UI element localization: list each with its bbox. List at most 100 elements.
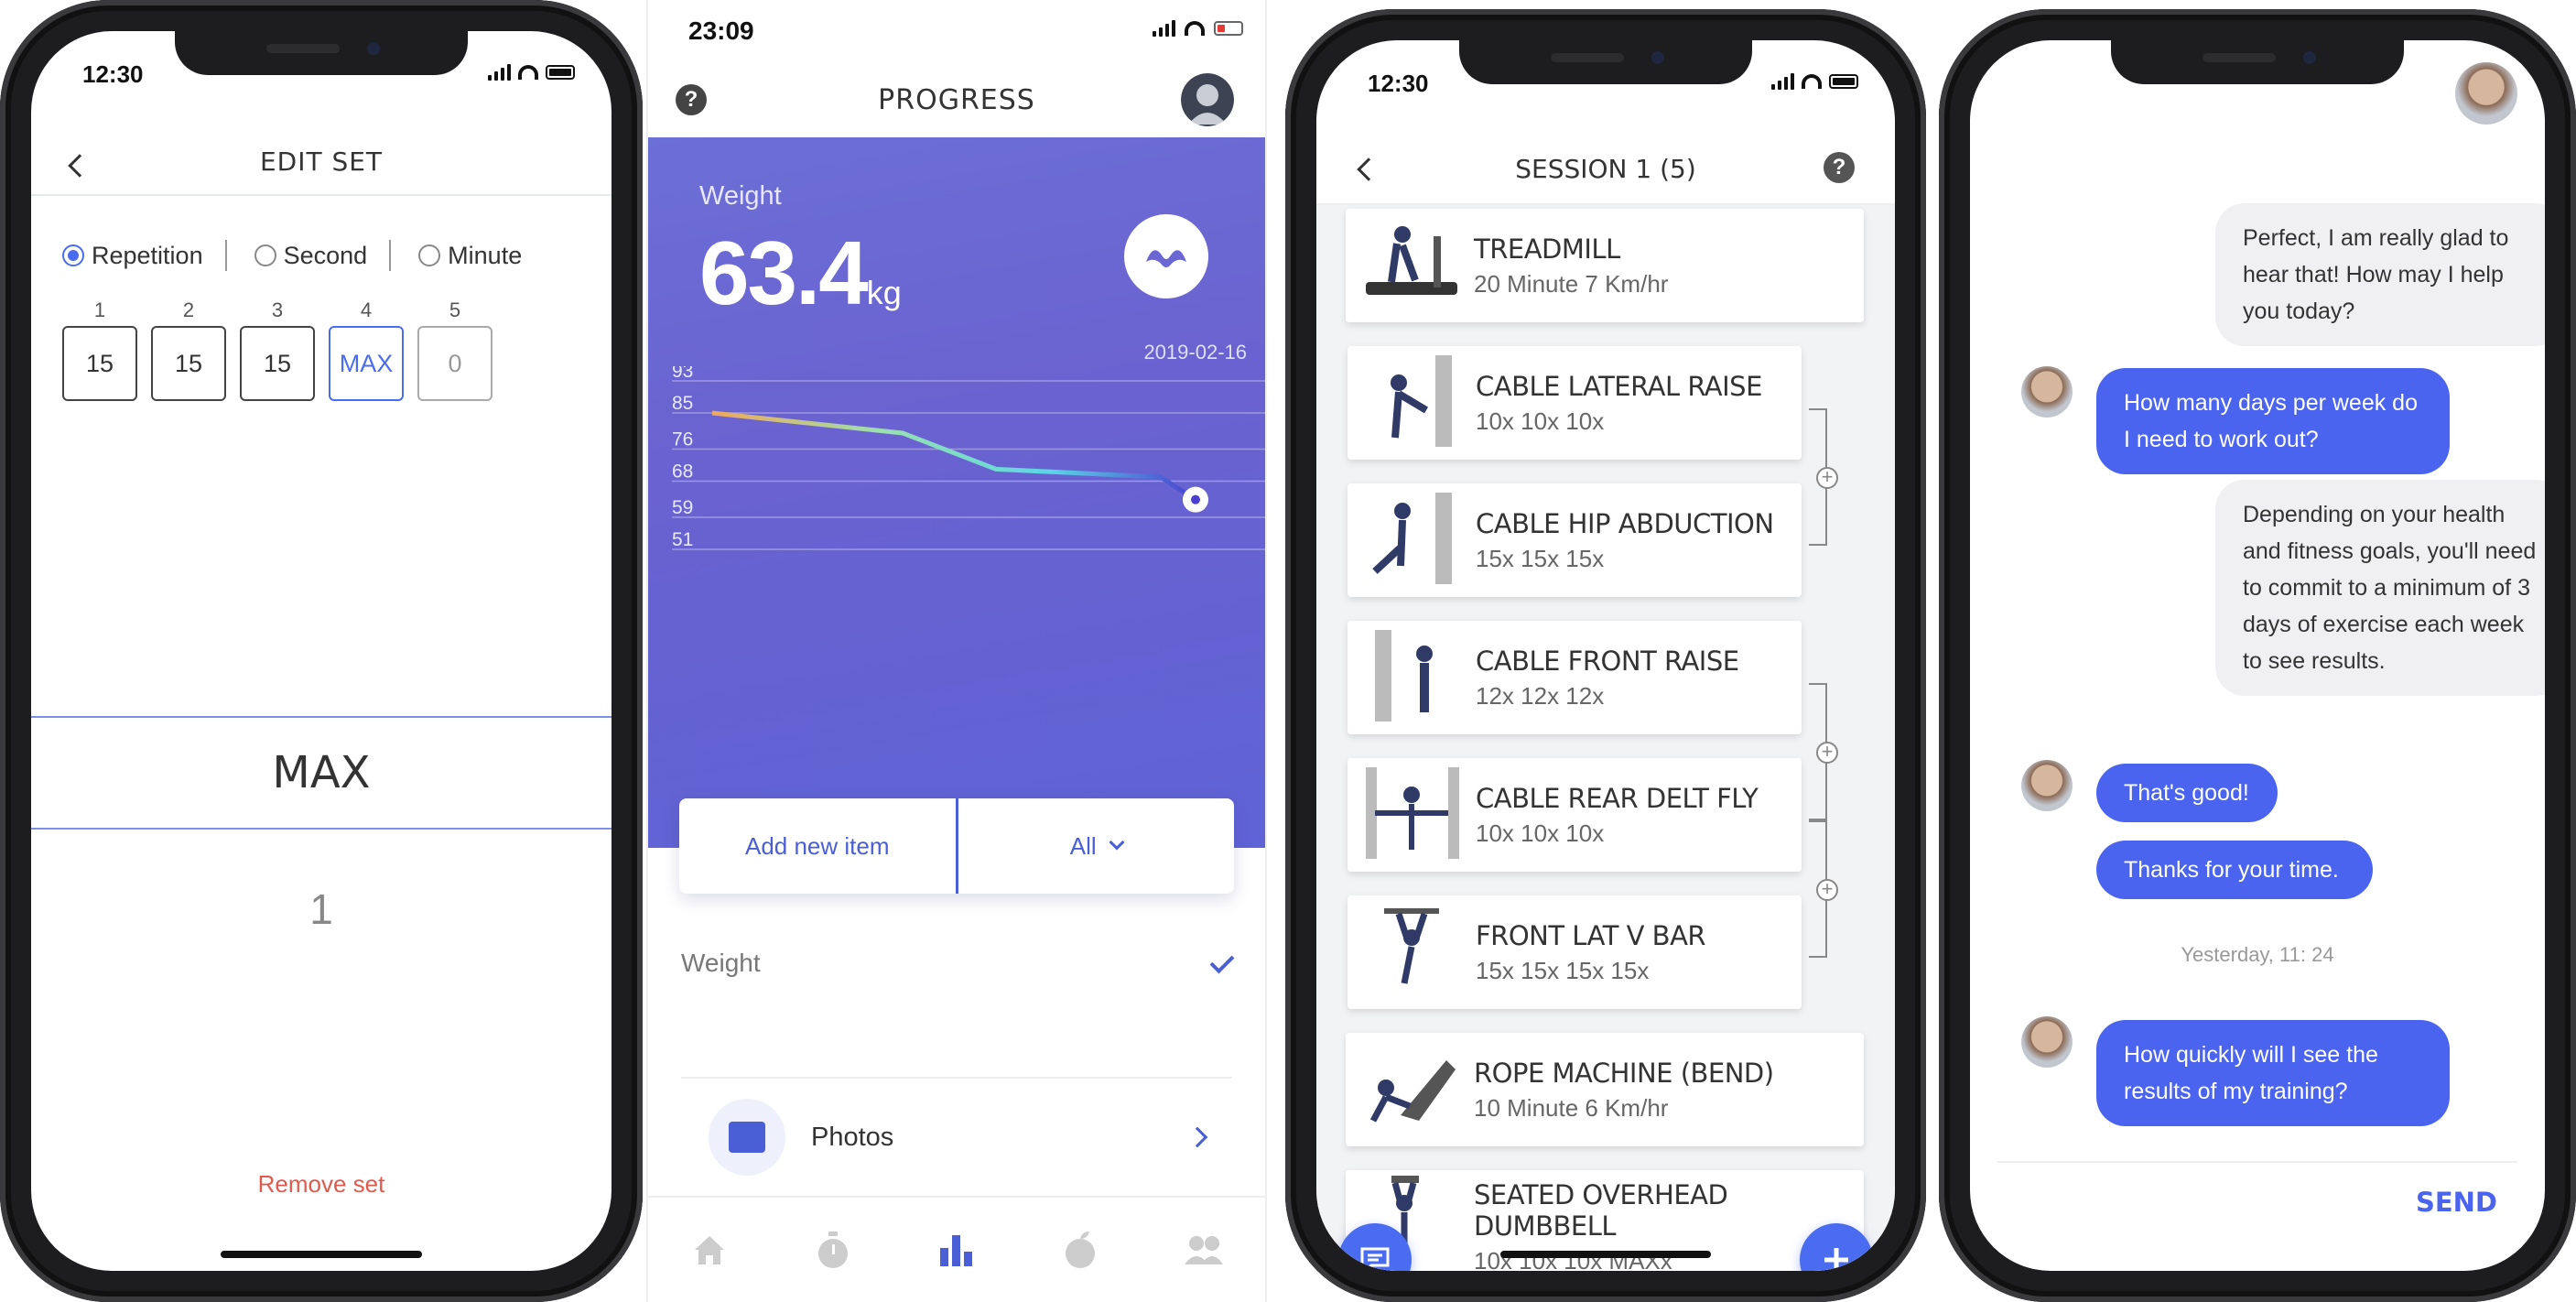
app-screens-collage: 12:30 EDIT SET Repetition Second Minute … (0, 0, 2576, 1302)
add-superset-icon[interactable]: + (1816, 879, 1838, 901)
wifi-icon (1185, 21, 1205, 36)
y-tick-label: 59 (672, 497, 693, 518)
add-new-item-button[interactable]: Add new item (679, 798, 956, 894)
exercise-card[interactable]: FRONT LAT V BAR 15x 15x 15x 15x (1348, 895, 1802, 1009)
exercise-thumbnail (1348, 621, 1476, 734)
picker-next-value[interactable]: 1 (31, 884, 612, 934)
set-3: 3 15 (240, 298, 315, 401)
message-incoming: Perfect, I am really glad to hear that! … (2215, 203, 2545, 346)
remove-set-button[interactable]: Remove set (31, 1170, 612, 1199)
exercise-card[interactable]: CABLE FRONT RAISE 12x 12x 12x (1348, 621, 1802, 734)
phone-chat: Perfect, I am really glad to hear that! … (1939, 9, 2576, 1302)
weight-series-line (711, 410, 1197, 502)
notch (1459, 40, 1752, 84)
chat-screen: Perfect, I am really glad to hear that! … (1970, 40, 2545, 1271)
chevron-right-icon (1186, 1126, 1208, 1148)
notch (175, 31, 468, 75)
weight-row[interactable]: Weight (681, 949, 1235, 978)
session-screen: 12:30 SESSION 1 (5) ? TREADMILL 20 Minute… (1316, 40, 1895, 1271)
home-indicator (221, 1251, 422, 1258)
progress-header: ? PROGRESS (648, 66, 1265, 139)
avatar (2021, 1016, 2073, 1068)
weight-hero: Weight 63.4kg 2019-02-16 93 85 76 68 59 51 (648, 137, 1265, 848)
set-3-value[interactable]: 15 (240, 326, 315, 401)
plus-icon (1824, 1248, 1848, 1271)
message-outgoing: That's good! (2096, 764, 2278, 822)
exercise-thumbnail (1346, 209, 1474, 322)
checkmark-icon (1209, 949, 1235, 974)
exercise-thumbnail (1348, 758, 1476, 872)
tab-community[interactable] (1176, 1227, 1231, 1273)
timer-icon (818, 1231, 849, 1268)
picker-selected-value[interactable]: MAX (31, 716, 612, 830)
tab-stats[interactable] (929, 1227, 984, 1273)
signal-icon (1153, 20, 1175, 37)
image-icon (709, 1099, 785, 1176)
metric-value: 63.4kg (699, 222, 902, 323)
avatar (2021, 760, 2073, 811)
page-title: PROGRESS (878, 84, 1035, 116)
radio-icon (254, 244, 276, 266)
y-tick-label: 85 (672, 393, 693, 414)
status-time: 12:30 (1368, 70, 1429, 97)
exercise-card[interactable]: CABLE REAR DELT FLY 10x 10x 10x (1348, 758, 1802, 872)
set-values: 1 15 2 15 3 15 4 MAX 5 0 (62, 298, 492, 401)
nutrition-icon (1065, 1231, 1095, 1268)
set-1: 1 15 (62, 298, 137, 401)
exercise-thumbnail (1348, 483, 1476, 597)
chevron-down-icon (1109, 834, 1125, 851)
brand-logo-icon (1124, 214, 1208, 298)
status-time: 23:09 (688, 16, 754, 45)
message-incoming: Depending on your health and fitness goa… (2215, 480, 2545, 696)
tab-timer[interactable] (806, 1227, 860, 1273)
avatar (2021, 366, 2073, 418)
exercise-thumbnail (1348, 895, 1476, 1009)
progress-screen: 23:09 ? PROGRESS Weight 63.4kg 2019-02-1… (646, 0, 1267, 1302)
signal-icon (488, 64, 511, 81)
exercise-card[interactable]: ROPE MACHINE (BEND) 10 Minute 6 Km/hr (1346, 1033, 1864, 1146)
metric-unit: kg (866, 274, 902, 311)
tab-home[interactable] (682, 1227, 737, 1273)
edit-set-screen: 12:30 EDIT SET Repetition Second Minute … (31, 31, 612, 1271)
notch (2111, 40, 2404, 84)
filter-dropdown[interactable]: All (958, 798, 1235, 894)
radio-selected-icon (62, 244, 84, 266)
tab-nutrition[interactable] (1053, 1227, 1108, 1273)
exercise-card[interactable]: TREADMILL 20 Minute 7 Km/hr (1346, 209, 1864, 322)
page-title: SESSION 1 (5) (1515, 154, 1696, 184)
message-composer[interactable]: SEND (1997, 1161, 2517, 1243)
add-superset-icon[interactable]: + (1816, 742, 1838, 764)
message-outgoing: Thanks for your time. (2096, 841, 2373, 899)
mode-second[interactable]: Second (254, 242, 367, 270)
set-5-value[interactable]: 0 (417, 326, 492, 401)
add-superset-icon[interactable]: + (1816, 467, 1838, 489)
y-tick-label: 93 (672, 366, 693, 382)
timestamp: Yesterday, 11: 24 (2181, 943, 2334, 966)
battery-icon (1829, 74, 1858, 89)
exercise-card[interactable]: CABLE LATERAL RAISE 10x 10x 10x (1348, 346, 1802, 460)
set-2-value[interactable]: 15 (151, 326, 226, 401)
chart-date: 2019-02-16 (1143, 341, 1247, 363)
coach-avatar[interactable] (2455, 62, 2517, 125)
message-outgoing: How quickly will I see the results of my… (2096, 1020, 2450, 1126)
mode-selector: Repetition Second Minute (62, 240, 593, 271)
help-icon[interactable]: ? (1824, 152, 1855, 183)
photos-row[interactable]: Photos (681, 1077, 1232, 1196)
mode-minute[interactable]: Minute (418, 242, 522, 270)
home-icon (695, 1236, 725, 1264)
edit-set-header: EDIT SET (31, 130, 612, 196)
exercise-card[interactable]: CABLE HIP ABDUCTION 15x 15x 15x (1348, 483, 1802, 597)
stats-icon (939, 1235, 972, 1266)
set-1-value[interactable]: 15 (62, 326, 137, 401)
set-2: 2 15 (151, 298, 226, 401)
battery-icon (1214, 21, 1243, 36)
phone-session: 12:30 SESSION 1 (5) ? TREADMILL 20 Minute… (1285, 9, 1926, 1302)
avatar[interactable] (1181, 73, 1234, 126)
exercise-list: TREADMILL 20 Minute 7 Km/hr CABLE LATERAL… (1316, 205, 1895, 1271)
weight-line-chart: 93 85 76 68 59 51 (672, 366, 1265, 550)
set-4-value[interactable]: MAX (329, 326, 404, 401)
exercise-thumbnail (1346, 1033, 1474, 1146)
phone-edit-set: 12:30 EDIT SET Repetition Second Minute … (0, 0, 643, 1302)
send-button[interactable]: SEND (2416, 1187, 2497, 1218)
mode-repetition[interactable]: Repetition (62, 242, 203, 270)
